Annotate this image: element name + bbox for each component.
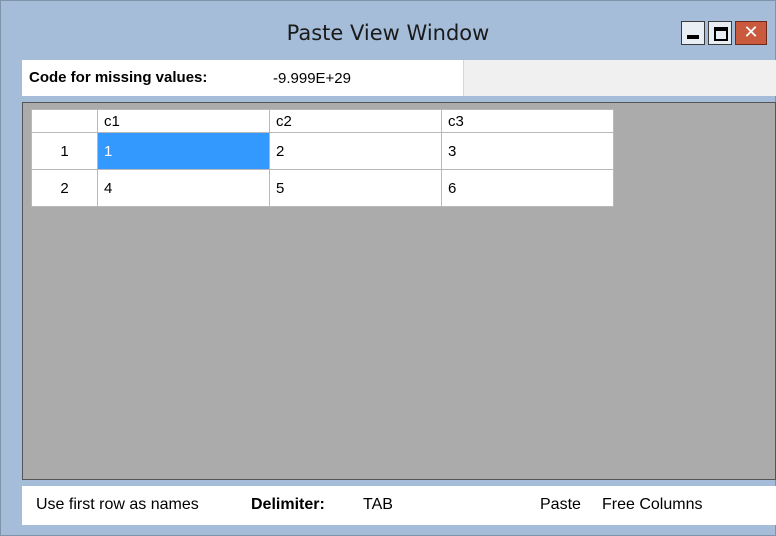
missing-values-bar: Code for missing values: (22, 60, 776, 96)
table-row: 1 1 2 3 (31, 132, 614, 170)
corner-header[interactable] (31, 109, 98, 133)
grid-cell[interactable]: 1 (97, 132, 270, 170)
row-header[interactable]: 1 (31, 132, 98, 170)
grid-cell[interactable]: 6 (441, 169, 614, 207)
grid-cell[interactable]: 4 (97, 169, 270, 207)
row-header[interactable]: 2 (31, 169, 98, 207)
column-header-c1[interactable]: c1 (97, 109, 270, 133)
close-icon: ✕ (743, 22, 759, 43)
minimize-button[interactable] (681, 21, 705, 45)
use-first-row-as-names-toggle[interactable]: Use first row as names (36, 496, 199, 514)
table-row: 2 4 5 6 (31, 169, 614, 207)
header-row: c1 c2 c3 (31, 109, 614, 133)
maximize-button[interactable] (708, 21, 732, 45)
minimize-icon (682, 22, 704, 44)
grid-cell[interactable]: 2 (269, 132, 442, 170)
grid-cell[interactable]: 5 (269, 169, 442, 207)
missing-values-input[interactable] (267, 61, 462, 95)
delimiter-label: Delimiter: (251, 496, 325, 513)
data-grid-view[interactable]: c1 c2 c3 1 1 2 3 2 4 5 6 (22, 102, 776, 480)
title-bar[interactable]: Paste View Window ✕ (1, 1, 775, 59)
column-header-c2[interactable]: c2 (269, 109, 442, 133)
column-header-c3[interactable]: c3 (441, 109, 614, 133)
paste-view-window: Paste View Window ✕ Code for missing val… (0, 0, 776, 536)
maximize-icon (709, 22, 731, 44)
delimiter-selector[interactable]: TAB (363, 496, 393, 514)
missing-values-label: Code for missing values: (29, 69, 208, 86)
paste-button[interactable]: Paste (540, 496, 581, 514)
data-grid: c1 c2 c3 1 1 2 3 2 4 5 6 (31, 109, 614, 207)
missing-values-filler (463, 60, 776, 96)
free-columns-button[interactable]: Free Columns (602, 496, 702, 514)
grid-cell[interactable]: 3 (441, 132, 614, 170)
bottom-toolbar: Use first row as names Delimiter: TAB Pa… (22, 486, 776, 525)
close-button[interactable]: ✕ (735, 21, 767, 45)
window-title: Paste View Window (286, 21, 490, 45)
